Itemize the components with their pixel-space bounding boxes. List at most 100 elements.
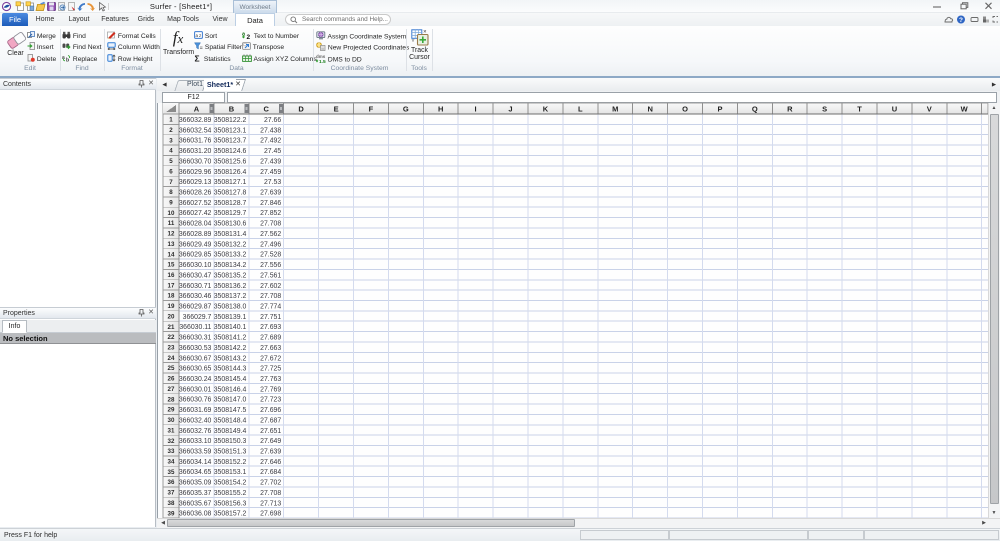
svg-text:2: 2 — [169, 127, 173, 134]
svg-text:27.672: 27.672 — [260, 355, 281, 362]
svg-text:N: N — [647, 104, 652, 113]
svg-text:2: 2 — [247, 34, 251, 39]
svg-text:3508139.1: 3508139.1 — [214, 314, 247, 321]
svg-text:366030.10: 366030.10 — [179, 262, 212, 269]
svg-text:3508133.2: 3508133.2 — [214, 252, 247, 259]
svg-text:19: 19 — [168, 303, 175, 310]
svg-text:366032.54: 366032.54 — [179, 127, 212, 134]
svg-text:H: H — [438, 104, 443, 113]
svg-text:?: ? — [959, 17, 963, 24]
svg-text:3508141.2: 3508141.2 — [214, 335, 247, 342]
svg-text:27: 27 — [168, 386, 175, 393]
svg-text:O: O — [682, 104, 688, 113]
svg-text:3508150.3: 3508150.3 — [214, 438, 247, 445]
svg-text:366030.71: 366030.71 — [179, 283, 212, 290]
svg-text:3508152.2: 3508152.2 — [214, 459, 247, 466]
svg-text:27.562: 27.562 — [260, 231, 281, 238]
svg-text:27.723: 27.723 — [260, 397, 281, 404]
svg-text:27.693: 27.693 — [260, 324, 281, 331]
svg-text:366030.24: 366030.24 — [179, 376, 212, 383]
svg-text:27.649: 27.649 — [260, 438, 281, 445]
svg-text:3508137.2: 3508137.2 — [214, 293, 247, 300]
svg-text:366033.10: 366033.10 — [179, 438, 212, 445]
svg-text:3508134.2: 3508134.2 — [214, 262, 247, 269]
svg-text:366032.89: 366032.89 — [179, 117, 212, 124]
svg-text:7: 7 — [169, 179, 173, 186]
svg-text:27.639: 27.639 — [260, 190, 281, 197]
svg-text:3508131.4: 3508131.4 — [214, 231, 247, 238]
svg-text:366030.01: 366030.01 — [179, 386, 212, 393]
svg-text:I: I — [475, 104, 477, 113]
svg-text:A: A — [194, 104, 200, 113]
svg-text:38: 38 — [168, 500, 175, 507]
svg-text:4: 4 — [169, 148, 173, 155]
svg-text:3508149.4: 3508149.4 — [214, 428, 247, 435]
svg-text:32: 32 — [168, 438, 175, 445]
svg-text:Q: Q — [752, 104, 758, 113]
svg-text:27.53: 27.53 — [264, 179, 281, 186]
svg-text:366030.47: 366030.47 — [179, 272, 212, 279]
svg-text:14: 14 — [168, 251, 175, 258]
svg-text:3508156.3: 3508156.3 — [214, 500, 247, 507]
svg-text:27.713: 27.713 — [260, 500, 281, 507]
svg-text:30: 30 — [168, 417, 175, 424]
svg-text:3508123.7: 3508123.7 — [214, 138, 247, 145]
svg-text:3508122.2: 3508122.2 — [214, 117, 247, 124]
svg-text:27.459: 27.459 — [260, 169, 281, 176]
svg-text:12: 12 — [168, 231, 175, 238]
svg-text:Σ: Σ — [195, 54, 200, 62]
svg-text:17: 17 — [168, 282, 175, 289]
svg-text:K: K — [543, 104, 549, 113]
svg-text:8: 8 — [169, 189, 173, 196]
svg-text:366032.40: 366032.40 — [179, 417, 212, 424]
svg-text:366029.13: 366029.13 — [179, 179, 212, 186]
svg-text:27.438: 27.438 — [260, 127, 281, 134]
svg-text:J: J — [508, 104, 512, 113]
svg-text:U: U — [892, 104, 897, 113]
svg-text:366034.65: 366034.65 — [179, 469, 212, 476]
svg-text:3508147.5: 3508147.5 — [214, 407, 247, 414]
svg-text:366035.67: 366035.67 — [179, 500, 212, 507]
svg-text:W: W — [961, 104, 969, 113]
svg-text:3508126.4: 3508126.4 — [214, 169, 247, 176]
svg-text:33: 33 — [168, 448, 175, 455]
svg-text:3508146.4: 3508146.4 — [214, 386, 247, 393]
svg-text:3508145.4: 3508145.4 — [214, 376, 247, 383]
svg-text:366029.7: 366029.7 — [183, 314, 212, 321]
svg-text:366029.49: 366029.49 — [179, 241, 212, 248]
svg-text:27.769: 27.769 — [260, 386, 281, 393]
svg-text:9: 9 — [169, 199, 173, 206]
svg-text:21: 21 — [168, 324, 175, 331]
svg-text:3: 3 — [169, 137, 173, 144]
svg-text:27.496: 27.496 — [260, 241, 281, 248]
svg-text:3508135.2: 3508135.2 — [214, 272, 247, 279]
svg-text:T: T — [857, 104, 862, 113]
svg-text:G: G — [403, 104, 409, 113]
svg-text:366028.89: 366028.89 — [179, 231, 212, 238]
svg-text:22: 22 — [168, 334, 175, 341]
svg-text:27.66: 27.66 — [264, 117, 281, 124]
svg-text:366030.70: 366030.70 — [179, 158, 212, 165]
svg-text:3508142.2: 3508142.2 — [214, 345, 247, 352]
svg-text:366031.20: 366031.20 — [179, 148, 212, 155]
svg-text:27.852: 27.852 — [260, 210, 281, 217]
svg-text:3508151.3: 3508151.3 — [214, 449, 247, 456]
svg-text:27.556: 27.556 — [260, 262, 281, 269]
svg-text:C: C — [263, 104, 269, 113]
svg-text:3508140.1: 3508140.1 — [214, 324, 247, 331]
svg-text:3508132.2: 3508132.2 — [214, 241, 247, 248]
svg-text:27.561: 27.561 — [260, 272, 281, 279]
svg-text:366028.04: 366028.04 — [179, 221, 212, 228]
svg-text:366036.08: 366036.08 — [179, 511, 212, 518]
svg-text:3508148.4: 3508148.4 — [214, 417, 247, 424]
svg-text:27.684: 27.684 — [260, 469, 281, 476]
svg-text:1: 1 — [169, 117, 173, 124]
svg-text:3508143.2: 3508143.2 — [214, 355, 247, 362]
svg-text:3508124.6: 3508124.6 — [214, 148, 247, 155]
svg-text:27.774: 27.774 — [260, 303, 281, 310]
svg-text:3508130.6: 3508130.6 — [214, 221, 247, 228]
svg-text:27.751: 27.751 — [260, 314, 281, 321]
svg-text:D: D — [298, 104, 304, 113]
svg-text:3508123.1: 3508123.1 — [214, 127, 247, 134]
svg-text:27.708: 27.708 — [260, 293, 281, 300]
